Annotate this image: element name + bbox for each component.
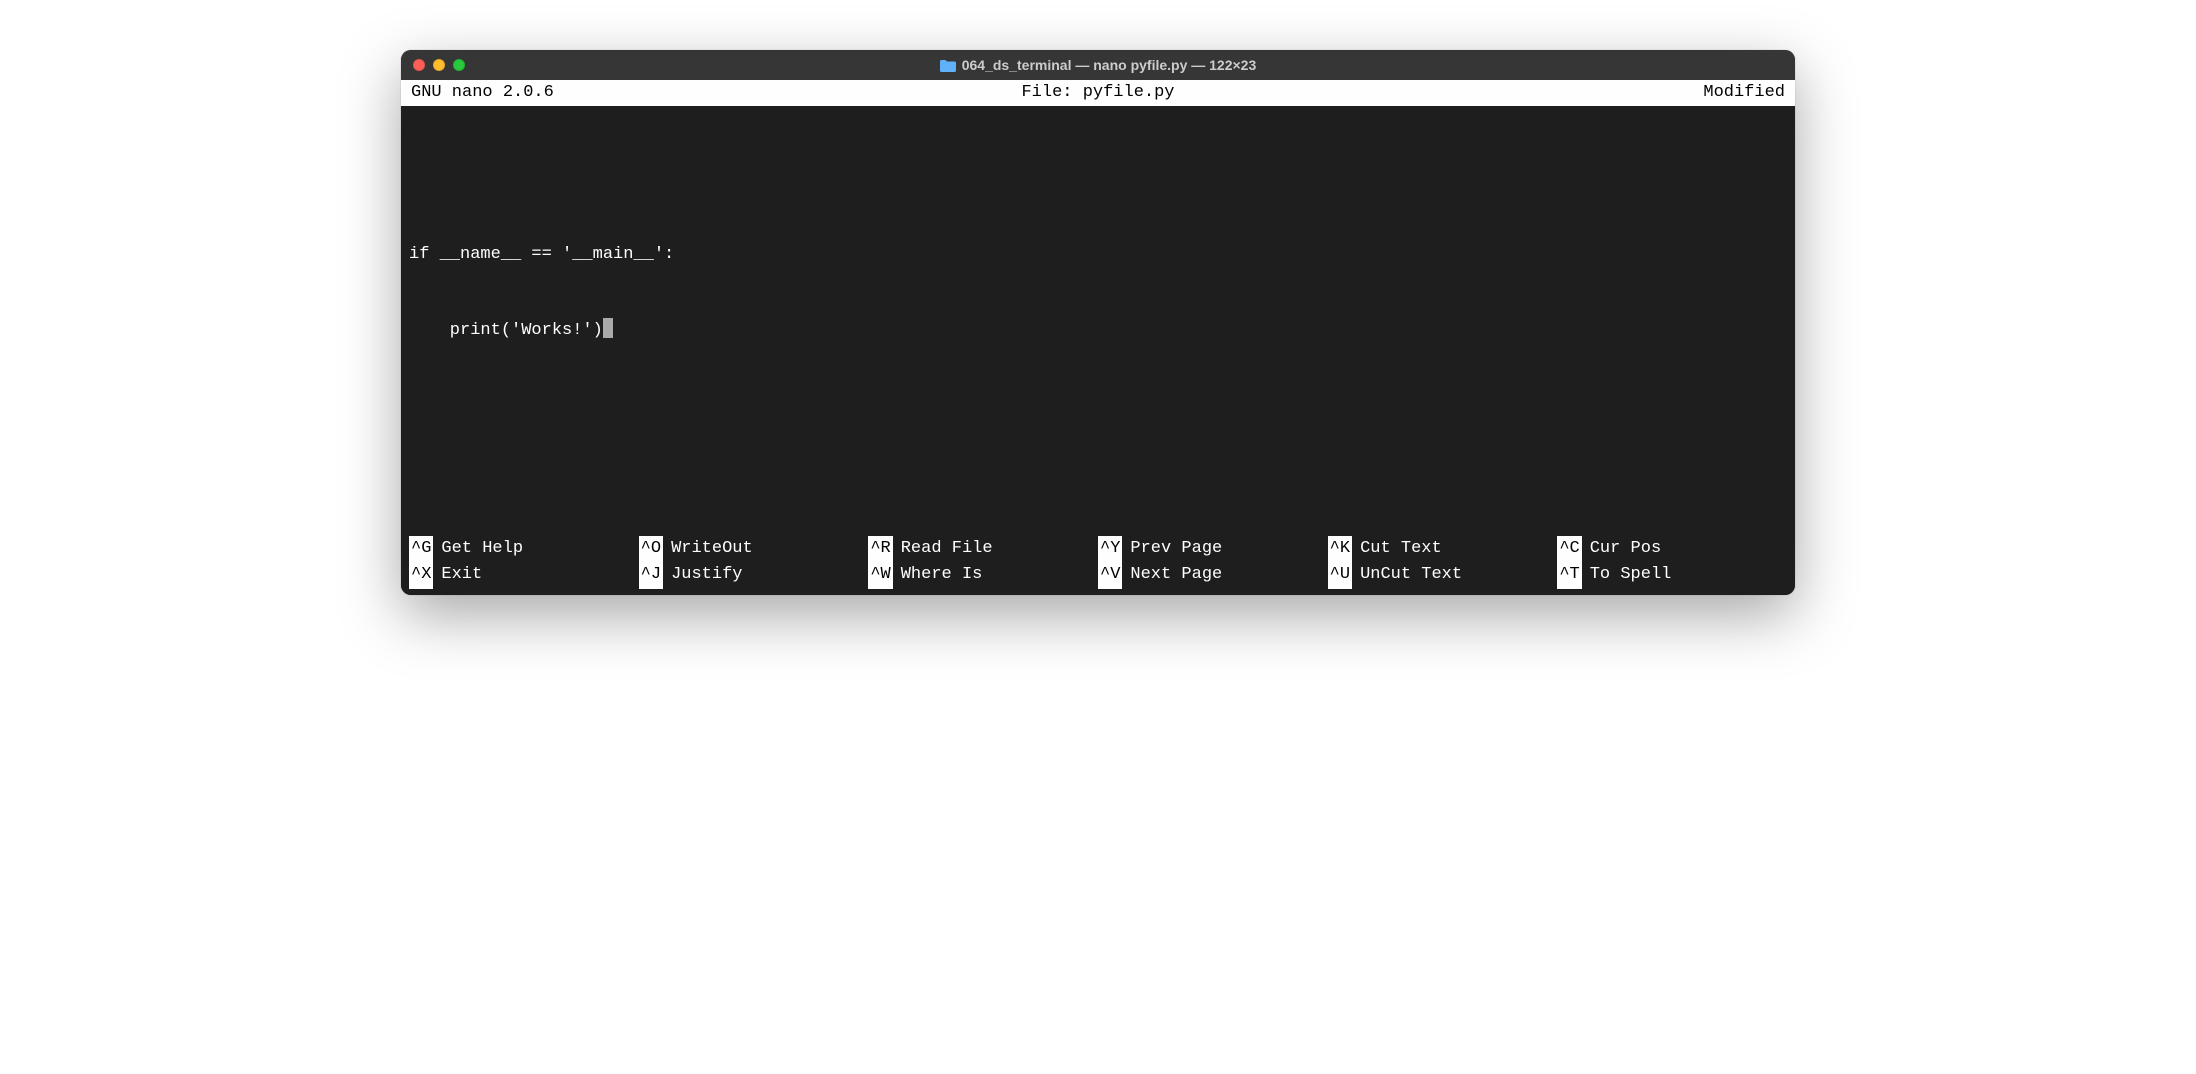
editor-empty-line — [409, 165, 1787, 191]
shortcut-row-1: ^GGet Help ^OWriteOut ^RRead File ^YPrev… — [409, 536, 1787, 562]
shortcut-cut-text[interactable]: ^KCut Text — [1328, 536, 1558, 562]
cursor-icon — [603, 318, 613, 338]
nano-version: GNU nano 2.0.6 — [411, 80, 554, 106]
terminal-window: 064_ds_terminal — nano pyfile.py — 122×2… — [401, 50, 1795, 595]
titlebar: 064_ds_terminal — nano pyfile.py — 122×2… — [401, 50, 1795, 80]
window-title: 064_ds_terminal — nano pyfile.py — 122×2… — [962, 57, 1257, 73]
shortcut-read-file[interactable]: ^RRead File — [868, 536, 1098, 562]
shortcut-prev-page[interactable]: ^YPrev Page — [1098, 536, 1328, 562]
shortcut-bar: ^GGet Help ^OWriteOut ^RRead File ^YPrev… — [401, 536, 1795, 595]
shortcut-exit[interactable]: ^XExit — [409, 562, 639, 588]
editor-line-2: print('Works!') — [409, 318, 1787, 344]
nano-file-label: File: pyfile.py — [1021, 80, 1174, 106]
shortcut-row-2: ^XExit ^JJustify ^WWhere Is ^VNext Page … — [409, 562, 1787, 588]
shortcut-to-spell[interactable]: ^TTo Spell — [1557, 562, 1787, 588]
nano-header: GNU nano 2.0.6 File: pyfile.py Modified — [401, 80, 1795, 106]
shortcut-next-page[interactable]: ^VNext Page — [1098, 562, 1328, 588]
shortcut-writeout[interactable]: ^OWriteOut — [639, 536, 869, 562]
folder-icon — [940, 59, 956, 72]
editor-line-1: if __name__ == '__main__': — [409, 242, 1787, 268]
close-button[interactable] — [413, 59, 425, 71]
nano-status: Modified — [1703, 80, 1785, 106]
shortcut-justify[interactable]: ^JJustify — [639, 562, 869, 588]
maximize-button[interactable] — [453, 59, 465, 71]
shortcut-where-is[interactable]: ^WWhere Is — [868, 562, 1098, 588]
shortcut-cur-pos[interactable]: ^CCur Pos — [1557, 536, 1787, 562]
traffic-lights — [413, 59, 465, 71]
editor-content[interactable]: if __name__ == '__main__': print('Works!… — [401, 106, 1795, 536]
shortcut-uncut-text[interactable]: ^UUnCut Text — [1328, 562, 1558, 588]
minimize-button[interactable] — [433, 59, 445, 71]
terminal-body: GNU nano 2.0.6 File: pyfile.py Modified … — [401, 80, 1795, 595]
window-title-wrap: 064_ds_terminal — nano pyfile.py — 122×2… — [413, 57, 1783, 73]
shortcut-get-help[interactable]: ^GGet Help — [409, 536, 639, 562]
